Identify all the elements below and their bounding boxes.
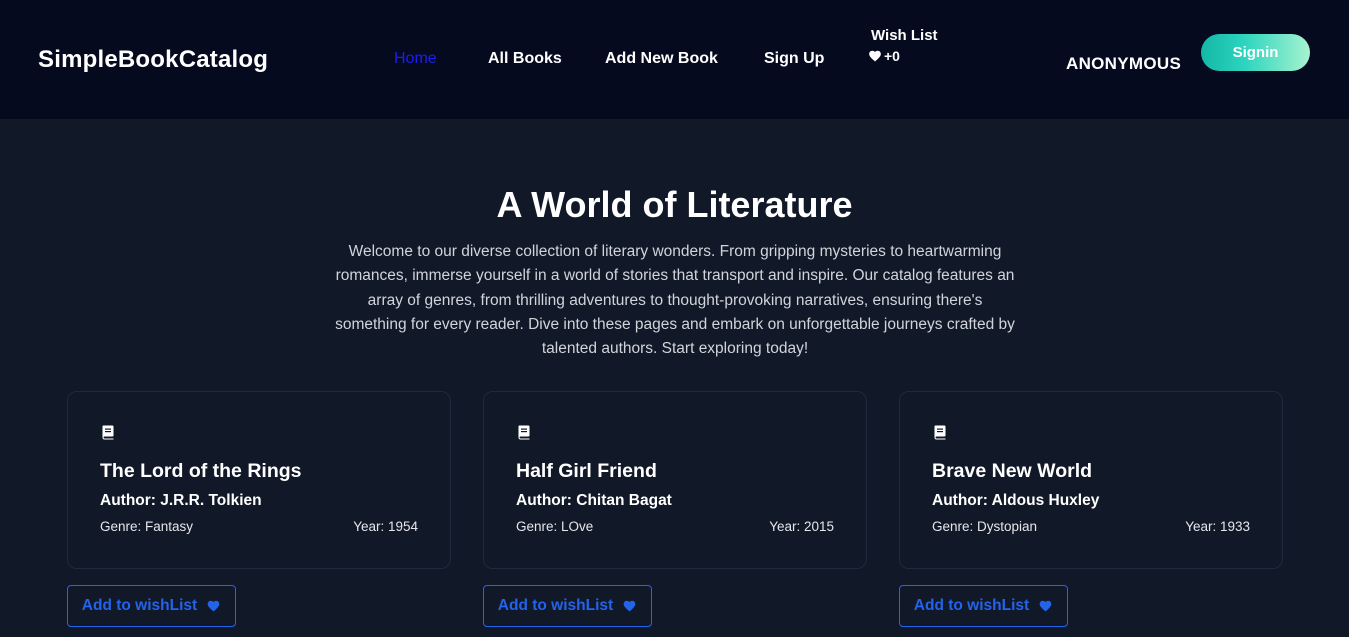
hero-description: Welcome to our diverse collection of lit…: [335, 243, 1015, 358]
wishlist-link[interactable]: Wish List +0: [868, 27, 938, 64]
username: ANONYMOUS: [1066, 54, 1182, 73]
add-to-wishlist-button[interactable]: Add to wishList: [483, 585, 652, 627]
add-to-wishlist-label: Add to wishList: [497, 597, 614, 614]
book-title: Half Girl Friend: [516, 460, 657, 482]
heart-icon: [623, 600, 636, 612]
add-to-wishlist-label: Add to wishList: [913, 597, 1030, 614]
book-year: Year: 1933: [1185, 519, 1250, 534]
nav-link-add-new-book[interactable]: Add New Book: [605, 50, 718, 68]
navbar: SimpleBookCatalog Home All Books Add New…: [0, 0, 1349, 119]
book-genre: Genre: Dystopian: [932, 519, 1038, 534]
book-author: Author: Aldous Huxley: [932, 492, 1100, 509]
book-year: Year: 2015: [769, 519, 834, 534]
signin-button[interactable]: Signin: [1201, 34, 1310, 71]
nav-link-all-books[interactable]: All Books: [488, 50, 562, 68]
add-to-wishlist-button[interactable]: Add to wishList: [899, 585, 1068, 627]
book-year: Year: 1954: [353, 519, 418, 534]
heart-icon: [207, 600, 220, 612]
book-icon: [102, 425, 114, 440]
heart-icon: [1039, 600, 1052, 612]
wishlist-count: +0: [884, 48, 900, 64]
book-card: Brave New World Author: Aldous Huxley Ge…: [899, 391, 1283, 569]
wishlist-counter: +0: [868, 48, 938, 64]
page-title: A World of Literature: [496, 184, 853, 225]
wishlist-label: Wish List: [871, 27, 938, 44]
add-to-wishlist-button[interactable]: Add to wishList: [67, 585, 236, 627]
add-to-wishlist-label: Add to wishList: [81, 597, 198, 614]
book-title: The Lord of the Rings: [100, 460, 302, 482]
heart-icon: [869, 50, 881, 62]
book-genre: Genre: LOve: [516, 519, 594, 534]
book-icon: [934, 425, 946, 440]
nav-link-sign-up[interactable]: Sign Up: [764, 50, 824, 68]
book-title: Brave New World: [932, 460, 1093, 482]
book-card: Half Girl Friend Author: Chitan Bagat Ge…: [483, 391, 867, 569]
nav-link-home[interactable]: Home: [394, 50, 437, 68]
brand-logo[interactable]: SimpleBookCatalog: [38, 46, 268, 74]
book-author: Author: J.R.R. Tolkien: [100, 492, 262, 509]
book-genre: Genre: Fantasy: [100, 519, 194, 534]
book-author: Author: Chitan Bagat: [516, 492, 672, 509]
book-icon: [518, 425, 530, 440]
book-card: The Lord of the Rings Author: J.R.R. Tol…: [67, 391, 451, 569]
